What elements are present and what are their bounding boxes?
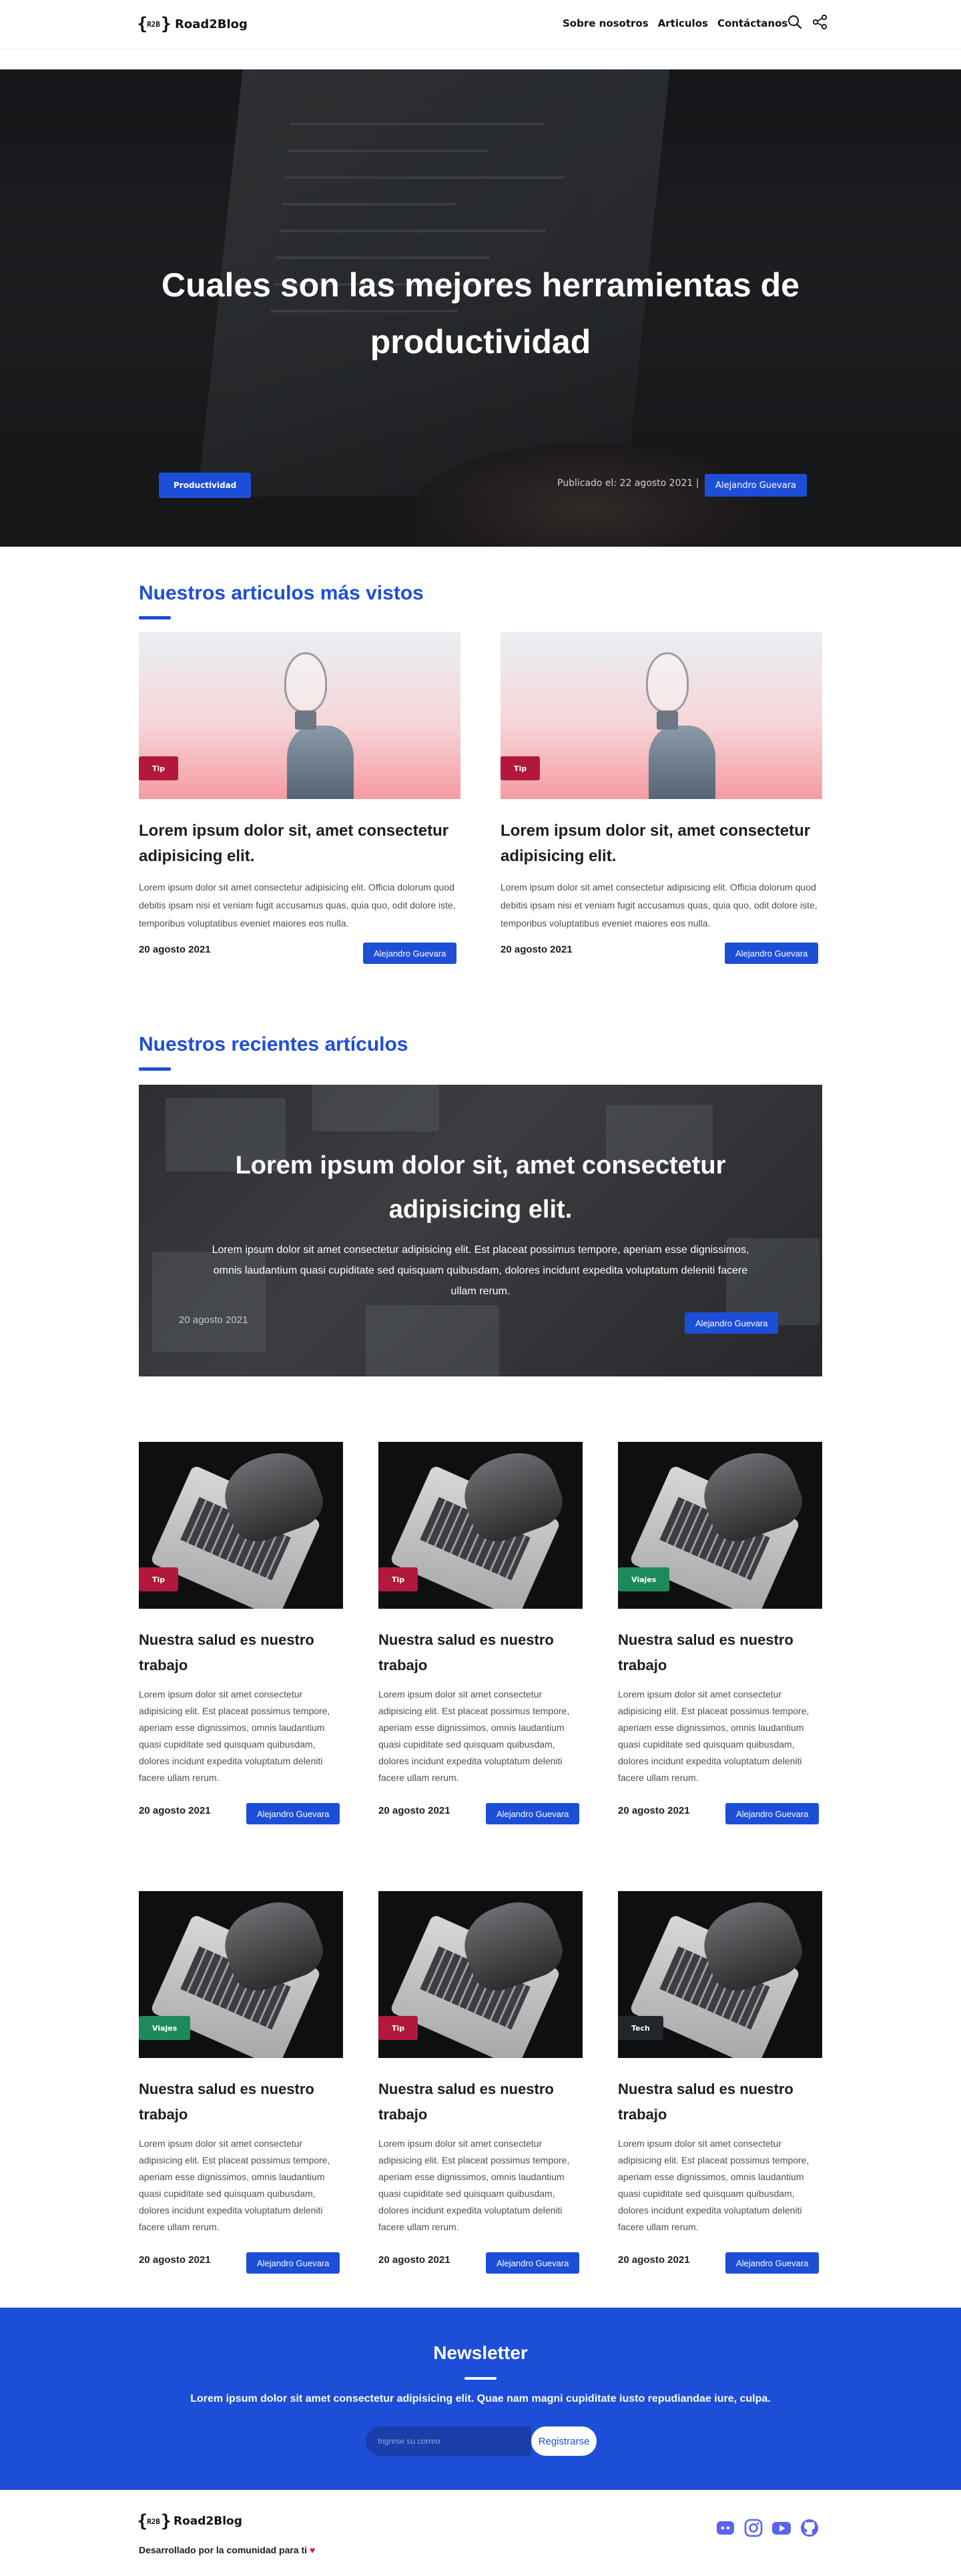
brand-logo[interactable]: {R2B} Road2Blog	[137, 11, 248, 37]
hero-title[interactable]: Cuales son las mejores herramientas de p…	[147, 257, 814, 370]
newsletter-title: Newsletter	[433, 2342, 528, 2363]
share-icon[interactable]	[812, 13, 829, 31]
social-links	[715, 2518, 820, 2538]
site-header: {R2B} Road2Blog Sobre nosotros Articulos…	[0, 0, 961, 49]
featured-article-date: 20 agosto 2021	[179, 1314, 248, 1326]
hero-published-date: Publicado el: 22 agosto 2021 |	[557, 478, 699, 489]
section-underline	[139, 616, 171, 619]
newsletter-register-button[interactable]: Registrarse	[531, 2426, 597, 2456]
hero-category-tag[interactable]: Productividad	[159, 473, 252, 498]
nav-link-contact[interactable]: Contáctanos	[717, 17, 787, 29]
nav-link-articles[interactable]: Articulos	[658, 17, 708, 29]
featured-article-author-button[interactable]: Alejandro Guevara	[685, 1312, 779, 1334]
newsletter-section: Newsletter Lorem ipsum dolor sit amet co…	[0, 2308, 961, 2490]
card-title[interactable]: Nuestra salud es nuestro trabajo	[618, 1627, 822, 1678]
card-excerpt: Lorem ipsum dolor sit amet consectetur a…	[378, 2138, 570, 2232]
featured-article-card[interactable]	[139, 632, 460, 799]
card-excerpt: Lorem ipsum dolor sit amet consectetur a…	[139, 2138, 330, 2232]
hero-author-button[interactable]: Alejandro Guevara	[705, 474, 807, 497]
card-tag[interactable]: Tip	[501, 756, 541, 780]
card-author-button[interactable]: Alejandro Guevara	[486, 2252, 580, 2274]
main-nav: Sobre nosotros Articulos Contáctanos	[563, 17, 787, 29]
card-tag[interactable]: Tip	[378, 2016, 418, 2040]
card-tag[interactable]: Tech	[618, 2016, 663, 2040]
logo-icon: {R2B}	[137, 2511, 171, 2531]
card-date: 20 agosto 2021	[378, 1805, 450, 1816]
youtube-icon[interactable]	[771, 2518, 791, 2538]
card-author-button[interactable]: Alejandro Guevara	[725, 1803, 820, 1824]
card-tag[interactable]: Tip	[139, 756, 179, 780]
bulb-image	[501, 632, 822, 799]
discord-icon[interactable]	[715, 2518, 735, 2538]
card-tag[interactable]: Tip	[378, 1567, 418, 1591]
card-excerpt: Lorem ipsum dolor sit amet consectetur a…	[618, 1689, 810, 1783]
newsletter-text: Lorem ipsum dolor sit amet consectetur a…	[190, 2393, 771, 2404]
featured-article-excerpt: Lorem ipsum dolor sit amet consectetur a…	[212, 1244, 749, 1297]
footer-dev-text: Desarrollado por la comunidad para ti ♥	[139, 2545, 315, 2555]
card-author-button[interactable]: Alejandro Guevara	[486, 1803, 580, 1824]
instagram-icon[interactable]	[743, 2518, 763, 2538]
footer-brand-logo[interactable]: {R2B} Road2Blog	[137, 2509, 242, 2534]
card-author-button[interactable]: Alejandro Guevara	[246, 2252, 340, 2274]
card-date: 20 agosto 2021	[618, 1805, 690, 1816]
featured-article-title[interactable]: Lorem ipsum dolor sit, amet consectetur …	[214, 1143, 747, 1232]
card-excerpt: Lorem ipsum dolor sit amet consectetur a…	[378, 1689, 570, 1783]
brand-name: Road2Blog	[175, 17, 248, 31]
card-title[interactable]: Nuestra salud es nuestro trabajo	[378, 2077, 583, 2127]
card-date: 20 agosto 2021	[618, 2254, 690, 2266]
card-date: 20 agosto 2021	[139, 1805, 211, 1816]
logo-icon: {R2B}	[137, 14, 171, 34]
card-excerpt: Lorem ipsum dolor sit amet consectetur a…	[618, 2138, 810, 2232]
newsletter-underline	[464, 2377, 497, 2380]
site-footer: {R2B} Road2Blog Desarrollado por la comu…	[0, 2490, 961, 2576]
recent-articles-title: Nuestros recientes artículos	[139, 1033, 408, 1055]
section-underline	[139, 1067, 171, 1071]
card-excerpt: Lorem ipsum dolor sit amet consectetur a…	[501, 882, 818, 929]
card-date: 20 agosto 2021	[139, 2254, 211, 2266]
card-excerpt: Lorem ipsum dolor sit amet consectetur a…	[139, 1689, 330, 1783]
featured-article-card[interactable]	[501, 632, 822, 799]
card-date: 20 agosto 2021	[501, 944, 573, 955]
most-viewed-title: Nuestros articulos más vistos	[139, 582, 424, 604]
card-author-button[interactable]: Alejandro Guevara	[725, 2252, 820, 2274]
search-icon[interactable]	[786, 13, 804, 31]
card-author-button[interactable]: Alejandro Guevara	[363, 943, 457, 964]
card-excerpt: Lorem ipsum dolor sit amet consectetur a…	[139, 882, 456, 929]
newsletter-email-input[interactable]	[366, 2426, 531, 2456]
card-date: 20 agosto 2021	[139, 944, 211, 955]
card-title[interactable]: Nuestra salud es nuestro trabajo	[139, 2077, 343, 2127]
nav-link-about[interactable]: Sobre nosotros	[563, 17, 649, 29]
card-author-button[interactable]: Alejandro Guevara	[246, 1803, 340, 1824]
footer-brand-name: Road2Blog	[174, 2515, 242, 2528]
header-actions	[786, 13, 829, 31]
card-title[interactable]: Nuestra salud es nuestro trabajo	[618, 2077, 822, 2127]
github-icon[interactable]	[799, 2518, 820, 2538]
footer-dev-label: Desarrollado por la comunidad para ti	[139, 2545, 308, 2555]
card-date: 20 agosto 2021	[378, 2254, 450, 2266]
heart-icon: ♥	[309, 2545, 316, 2555]
card-author-button[interactable]: Alejandro Guevara	[725, 943, 819, 964]
card-tag[interactable]: Tip	[139, 1567, 179, 1591]
bulb-image	[139, 632, 460, 799]
card-tag[interactable]: Viajes	[618, 1567, 670, 1591]
card-title[interactable]: Lorem ipsum dolor sit, amet consectetur …	[139, 818, 460, 869]
card-title[interactable]: Lorem ipsum dolor sit, amet consectetur …	[501, 818, 822, 869]
card-title[interactable]: Nuestra salud es nuestro trabajo	[378, 1627, 583, 1678]
card-title[interactable]: Nuestra salud es nuestro trabajo	[139, 1627, 343, 1678]
card-tag[interactable]: Viajes	[139, 2016, 191, 2040]
